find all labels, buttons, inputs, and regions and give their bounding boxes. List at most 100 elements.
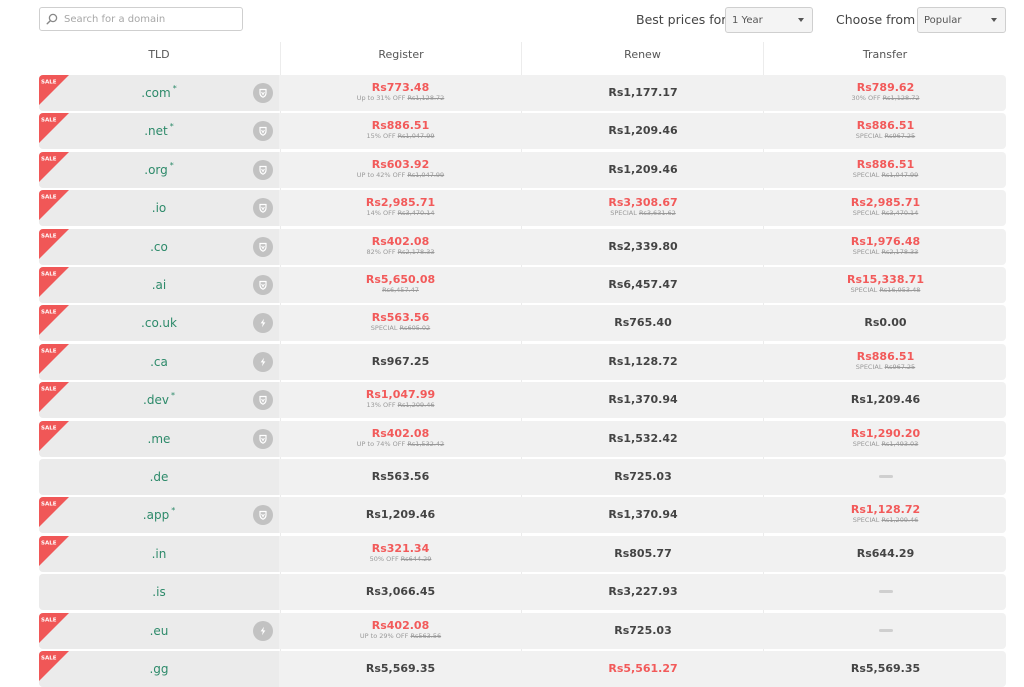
category-select[interactable]: Popular xyxy=(917,7,1006,33)
tld-name[interactable]: .is xyxy=(39,585,279,599)
tld-name[interactable]: .co.uk xyxy=(39,316,279,330)
column-header-tld[interactable]: TLD xyxy=(39,42,279,74)
tld-name[interactable]: .de xyxy=(39,470,279,484)
sale-label: SALE xyxy=(41,656,57,662)
tld-cell[interactable]: SALE .co xyxy=(39,228,279,265)
price-value: Rs1,209.46 xyxy=(850,393,921,407)
tld-cell[interactable]: SALE .eu xyxy=(39,612,279,649)
period-select[interactable]: 1 Year xyxy=(725,7,813,33)
tld-name[interactable]: .ca xyxy=(39,355,279,369)
price-value: Rs1,209.46 xyxy=(365,508,436,522)
best-prices-label: Best prices for xyxy=(636,12,727,27)
price-discount-note: UP to 42% OFF Rs1,047.99 xyxy=(281,171,520,180)
shield-icon[interactable] xyxy=(253,236,273,257)
original-price: Rs2,178.33 xyxy=(397,247,435,256)
tld-row[interactable]: .de Rs563.56 Rs725.03 xyxy=(39,459,1006,495)
tld-name[interactable]: .gg xyxy=(39,662,279,676)
price-discount-note: SPECIAL Rs16,953.48 xyxy=(765,286,1006,295)
tld-cell[interactable]: SALE .net * xyxy=(39,113,279,150)
tld-cell[interactable]: SALE .org * xyxy=(39,151,279,188)
tld-cell[interactable]: SALE .in xyxy=(39,535,279,572)
shield-icon[interactable] xyxy=(253,505,273,526)
tld-cell[interactable]: SALE .app * xyxy=(39,497,279,534)
tld-row[interactable]: SALE .me Rs402.08 UP to 74% OFF Rs1,532.42 R… xyxy=(39,420,1006,457)
period-select-value: 1 Year xyxy=(732,14,763,26)
price-value: Rs1,532.42 xyxy=(608,431,678,445)
tld-row[interactable]: SALE .co.uk Rs563.56 SPECIAL Rs605.02 Rs765.… xyxy=(39,305,1006,342)
price-value: Rs2,985.71 xyxy=(365,196,436,210)
tld-cell[interactable]: SALE .com * xyxy=(39,75,279,111)
bolt-icon[interactable] xyxy=(253,351,273,372)
tld-label: .com xyxy=(141,86,171,100)
sale-label: SALE xyxy=(41,387,57,393)
popular-star-marker: * xyxy=(172,84,177,93)
tld-cell[interactable]: SALE .io xyxy=(39,190,279,227)
tld-label: .is xyxy=(152,585,166,600)
tld-name[interactable]: .net * xyxy=(39,122,279,138)
transfer-price-cell: Rs789.62 30% OFF Rs1,128.72 xyxy=(765,75,1006,111)
tld-row[interactable]: SALE .dev * Rs1,047.99 13% OFF Rs1,209.46 Rs1… xyxy=(39,382,1006,419)
tld-row[interactable]: SALE .app * Rs1,209.46 Rs1,370.94 Rs1,128.72 S… xyxy=(39,497,1006,534)
chevron-down-icon xyxy=(798,18,804,22)
tld-name[interactable]: .app * xyxy=(39,506,279,522)
tld-cell[interactable]: SALE .co.uk xyxy=(39,305,279,342)
tld-name[interactable]: .com * xyxy=(39,84,279,100)
tld-cell[interactable]: SALE .dev * xyxy=(39,382,279,419)
tld-name[interactable]: .io xyxy=(39,201,279,215)
discount-label: SPECIAL xyxy=(850,286,878,294)
price-discount-note: 82% OFF Rs2,178.33 xyxy=(281,248,520,257)
tld-row[interactable]: SALE .ai Rs5,650.08 Rs6,457.47 Rs6,457.47 Rs1… xyxy=(39,267,1006,303)
column-header-register[interactable]: Register xyxy=(281,42,521,74)
tld-name[interactable]: .me xyxy=(39,432,279,446)
tld-name[interactable]: .org * xyxy=(39,161,279,177)
renew-price-cell: Rs2,339.80 xyxy=(523,229,763,265)
transfer-price-cell: Rs0.00 xyxy=(765,305,1006,341)
original-price: Rs1,047.99 xyxy=(397,132,435,141)
original-price: Rs644.29 xyxy=(400,554,432,563)
shield-icon[interactable] xyxy=(253,121,273,142)
shield-icon[interactable] xyxy=(253,390,273,411)
shield-icon[interactable] xyxy=(253,83,273,103)
tld-name[interactable]: .dev * xyxy=(39,391,279,407)
tld-row[interactable]: SALE .co Rs402.08 82% OFF Rs2,178.33 Rs2,339… xyxy=(39,228,1006,265)
shield-icon[interactable] xyxy=(253,275,273,295)
tld-cell[interactable]: .is xyxy=(39,574,279,611)
tld-row[interactable]: SALE .io Rs2,985.71 14% OFF Rs3,470.14 Rs3,3… xyxy=(39,190,1006,227)
discount-label: UP to 29% OFF xyxy=(359,631,409,640)
original-price: Rs1,532.42 xyxy=(407,439,445,448)
shield-icon[interactable] xyxy=(253,198,273,219)
search-input[interactable] xyxy=(64,13,234,25)
bolt-icon[interactable] xyxy=(253,620,273,641)
tld-cell[interactable]: SALE .gg xyxy=(39,651,279,687)
price-value: Rs2,339.80 xyxy=(608,239,678,253)
shield-icon[interactable] xyxy=(253,159,273,180)
tld-row[interactable]: .is Rs3,066.45 Rs3,227.93 xyxy=(39,574,1006,611)
shield-icon[interactable] xyxy=(253,428,273,449)
tld-row[interactable]: SALE .net * Rs886.51 15% OFF Rs1,047.99 Rs1,2… xyxy=(39,113,1006,150)
tld-name[interactable]: .co xyxy=(39,240,279,254)
tld-row[interactable]: SALE .in Rs321.34 50% OFF Rs644.29 Rs805.77 R… xyxy=(39,535,1006,572)
price-discount-note: Rs6,457.47 xyxy=(281,286,520,295)
tld-cell[interactable]: SALE .me xyxy=(39,420,279,457)
tld-name[interactable]: .eu xyxy=(39,624,279,638)
original-price: Rs3,470.14 xyxy=(881,209,919,218)
renew-price-cell: Rs3,308.67 SPECIAL Rs3,631.62 xyxy=(523,190,763,226)
tld-row[interactable]: SALE .gg Rs5,569.35 Rs5,561.27 Rs5,569.35 xyxy=(39,651,1006,687)
price-value: Rs1,370.94 xyxy=(608,508,678,522)
tld-row[interactable]: SALE .org * Rs603.92 UP to 42% OFF Rs1,047.9… xyxy=(39,151,1006,188)
column-header-transfer[interactable]: Transfer xyxy=(764,42,1006,74)
tld-name[interactable]: .ai xyxy=(39,278,279,292)
discount-label: SPECIAL xyxy=(852,247,880,256)
column-header-renew[interactable]: Renew xyxy=(522,42,763,74)
bolt-icon[interactable] xyxy=(253,313,273,334)
tld-row[interactable]: SALE .ca Rs967.25 Rs1,128.72 Rs886.51 SPECIAL… xyxy=(39,343,1006,380)
register-price-cell: Rs603.92 UP to 42% OFF Rs1,047.99 xyxy=(281,152,520,188)
tld-cell[interactable]: SALE .ai xyxy=(39,267,279,303)
price-value: Rs563.56 xyxy=(371,470,430,483)
tld-row[interactable]: SALE .com * Rs773.48 Up to 31% OFF Rs1,128.7… xyxy=(39,75,1006,111)
tld-name[interactable]: .in xyxy=(39,547,279,561)
domain-search-box[interactable] xyxy=(39,7,243,31)
tld-cell[interactable]: SALE .ca xyxy=(39,343,279,380)
tld-row[interactable]: SALE .eu Rs402.08 UP to 29% OFF Rs563.56 Rs7… xyxy=(39,612,1006,649)
tld-cell[interactable]: .de xyxy=(39,459,279,495)
